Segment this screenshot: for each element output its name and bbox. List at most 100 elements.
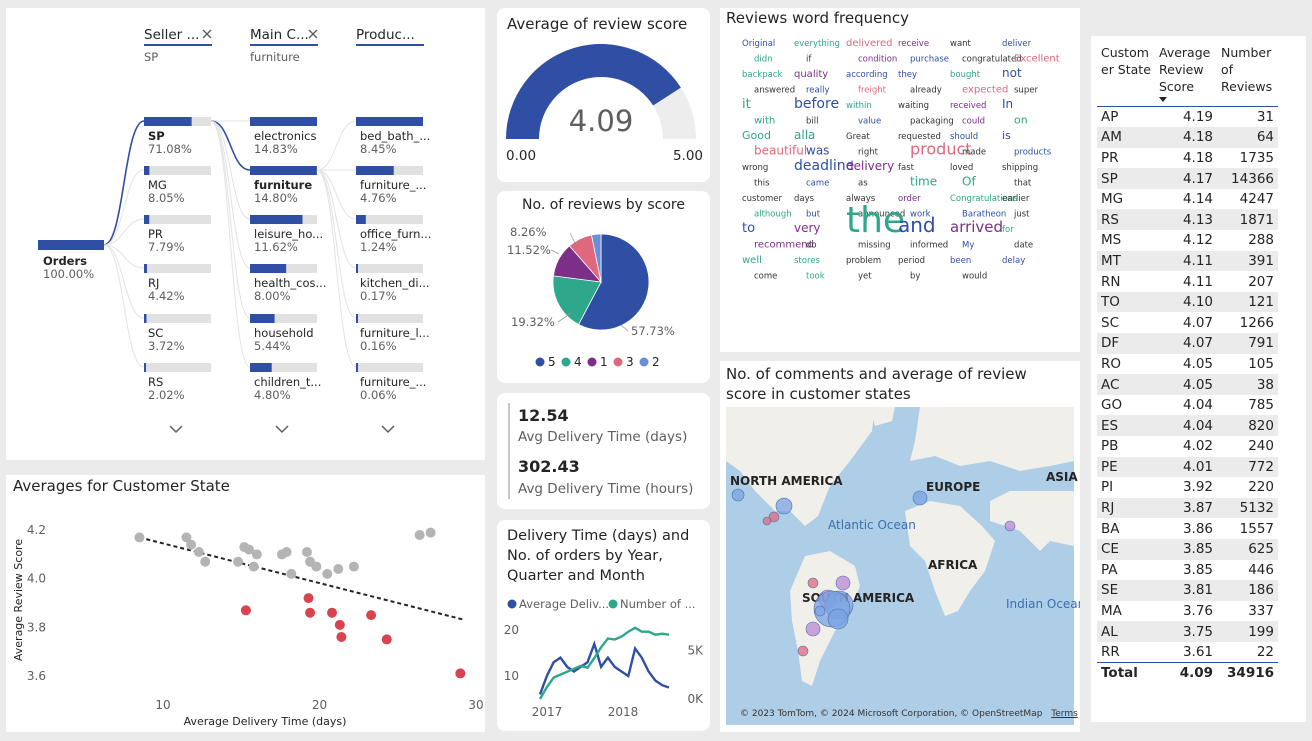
word-cloud-word[interactable]: made <box>962 148 986 158</box>
word-cloud-word[interactable]: period <box>898 256 925 266</box>
map-bubble[interactable] <box>762 516 772 526</box>
node-bar[interactable] <box>144 314 147 323</box>
word-cloud-word[interactable]: Good <box>742 129 771 142</box>
word-cloud-word[interactable]: In <box>1002 97 1013 111</box>
col-header-score[interactable]: Average Review Score <box>1155 44 1217 107</box>
word-cloud-word[interactable]: stores <box>794 256 820 266</box>
table-row[interactable]: GO 4.04 785 <box>1097 394 1278 416</box>
word-cloud-word[interactable]: backpack <box>742 70 782 80</box>
legend-label[interactable]: Number of ... <box>620 597 696 611</box>
legend-label[interactable]: 2 <box>652 355 660 369</box>
word-cloud-word[interactable]: well <box>742 255 762 266</box>
scatter-point[interactable] <box>327 607 337 618</box>
scatter-point[interactable] <box>286 568 297 579</box>
table-row[interactable]: MT 4.11 391 <box>1097 250 1278 272</box>
word-cloud-word[interactable]: really <box>806 86 830 96</box>
word-cloud-word[interactable]: it <box>742 97 751 112</box>
scatter-point[interactable] <box>311 561 322 572</box>
node-bar[interactable] <box>144 117 192 126</box>
scatter-point[interactable] <box>233 556 244 567</box>
word-cloud-word[interactable]: received <box>950 101 986 111</box>
legend-label[interactable]: Average Deliv... <box>519 597 609 611</box>
word-cloud-word[interactable]: according <box>846 70 888 80</box>
table-row[interactable]: AP 4.19 31 <box>1097 106 1278 128</box>
word-cloud-word[interactable]: freight <box>858 86 887 96</box>
map-bubble[interactable] <box>731 488 745 502</box>
word-cloud-word[interactable]: alla <box>794 128 815 142</box>
scatter-point[interactable] <box>281 547 292 557</box>
node-bar[interactable] <box>144 363 146 372</box>
word-cloud-word[interactable]: very <box>794 221 821 235</box>
table-row[interactable]: MA 3.76 337 <box>1097 600 1278 622</box>
word-cloud-word[interactable]: if <box>806 55 812 65</box>
delivery-orders-chart[interactable]: Average Deliv... Number of ... 20 10 5K 0K 201… <box>497 520 710 731</box>
word-cloud-word[interactable]: by <box>910 272 920 282</box>
word-cloud-word[interactable]: already <box>910 86 942 96</box>
node-bar[interactable] <box>250 314 275 323</box>
node-bar[interactable] <box>144 264 147 273</box>
word-cloud-word[interactable]: bill <box>806 117 818 127</box>
map-bubble[interactable] <box>1004 520 1016 532</box>
scatter-point[interactable] <box>366 610 377 621</box>
map-bubble[interactable] <box>912 490 928 506</box>
decomposition-tree[interactable]: Seller ... SP Main C... furniture Produc... O… <box>6 8 485 460</box>
word-cloud-word[interactable]: days <box>794 194 815 204</box>
word-cloud-word[interactable]: answered <box>754 86 795 96</box>
word-cloud-word[interactable]: value <box>858 117 881 127</box>
table-row[interactable]: SC 4.07 1266 <box>1097 312 1278 334</box>
word-cloud-word[interactable]: with <box>754 116 775 127</box>
word-cloud-word[interactable]: earlier <box>1002 194 1030 204</box>
table-row[interactable]: ES 4.04 820 <box>1097 415 1278 436</box>
scatter-point[interactable] <box>336 632 347 642</box>
word-cloud-word[interactable]: not <box>1002 66 1022 80</box>
word-cloud-word[interactable]: the <box>846 200 905 241</box>
word-cloud-word[interactable]: delivered <box>846 38 893 49</box>
word-cloud-word[interactable]: just <box>1013 210 1030 220</box>
table-row[interactable]: MG 4.14 4247 <box>1097 188 1278 210</box>
table-row[interactable]: PE 4.01 772 <box>1097 456 1278 478</box>
word-cloud-word[interactable]: date <box>1014 241 1033 251</box>
word-cloud-word[interactable]: delay <box>1002 256 1025 266</box>
map-bubble[interactable] <box>805 621 821 637</box>
word-cloud-word[interactable]: shipping <box>1002 163 1038 173</box>
table-row[interactable]: AM 4.18 64 <box>1097 127 1278 148</box>
scatter-point[interactable] <box>186 539 197 550</box>
table-row[interactable]: AC 4.05 38 <box>1097 374 1278 395</box>
table-row[interactable]: RN 4.11 207 <box>1097 271 1278 292</box>
table-row[interactable]: PB 4.02 240 <box>1097 436 1278 457</box>
word-cloud[interactable]: Original everything delivered receive want de… <box>720 8 1080 352</box>
legend-label[interactable]: 5 <box>548 355 556 369</box>
node-bar[interactable] <box>144 215 150 224</box>
word-cloud-word[interactable]: was <box>806 144 829 158</box>
col-header-reviews[interactable]: Number of Reviews <box>1217 44 1278 107</box>
word-cloud-word[interactable]: Excellent <box>1014 54 1060 65</box>
node-bar[interactable] <box>356 363 358 372</box>
word-cloud-word[interactable]: could <box>962 117 985 127</box>
table-row[interactable]: SP 4.17 14366 <box>1097 168 1278 189</box>
word-cloud-word[interactable]: super <box>1014 86 1038 96</box>
customer-states-map[interactable]: NORTH AMERICA EUROPEASIAAFRICASOUTH AMERI… <box>720 361 1080 732</box>
legend-label[interactable]: 3 <box>626 355 634 369</box>
word-cloud-word[interactable]: beautiful <box>754 144 807 158</box>
word-cloud-word[interactable]: condition <box>858 55 897 65</box>
map-bubble[interactable] <box>775 497 793 515</box>
chevron-down-icon[interactable] <box>169 425 183 434</box>
word-cloud-word[interactable]: time <box>910 175 937 189</box>
word-cloud-word[interactable]: recommend <box>754 240 814 251</box>
word-cloud-word[interactable]: expected <box>962 85 1008 96</box>
table-row[interactable]: RR 3.61 22 <box>1097 641 1278 663</box>
word-cloud-word[interactable]: Great <box>846 132 870 142</box>
close-icon[interactable] <box>202 29 212 39</box>
close-icon[interactable] <box>308 29 318 39</box>
word-cloud-word[interactable]: as <box>858 179 868 189</box>
word-cloud-word[interactable]: on <box>1014 114 1028 127</box>
scatter-point[interactable] <box>301 547 312 557</box>
table-row[interactable]: PA 3.85 446 <box>1097 559 1278 581</box>
map-terms-link[interactable]: Terms <box>1051 709 1078 719</box>
scatter-point[interactable] <box>305 607 316 618</box>
table-row[interactable]: MS 4.12 288 <box>1097 230 1278 251</box>
table-row[interactable]: SE 3.81 186 <box>1097 580 1278 601</box>
word-cloud-word[interactable]: this <box>754 179 770 189</box>
word-cloud-word[interactable]: delivery <box>846 159 894 173</box>
col-header-state[interactable]: Custom er State <box>1097 44 1155 107</box>
